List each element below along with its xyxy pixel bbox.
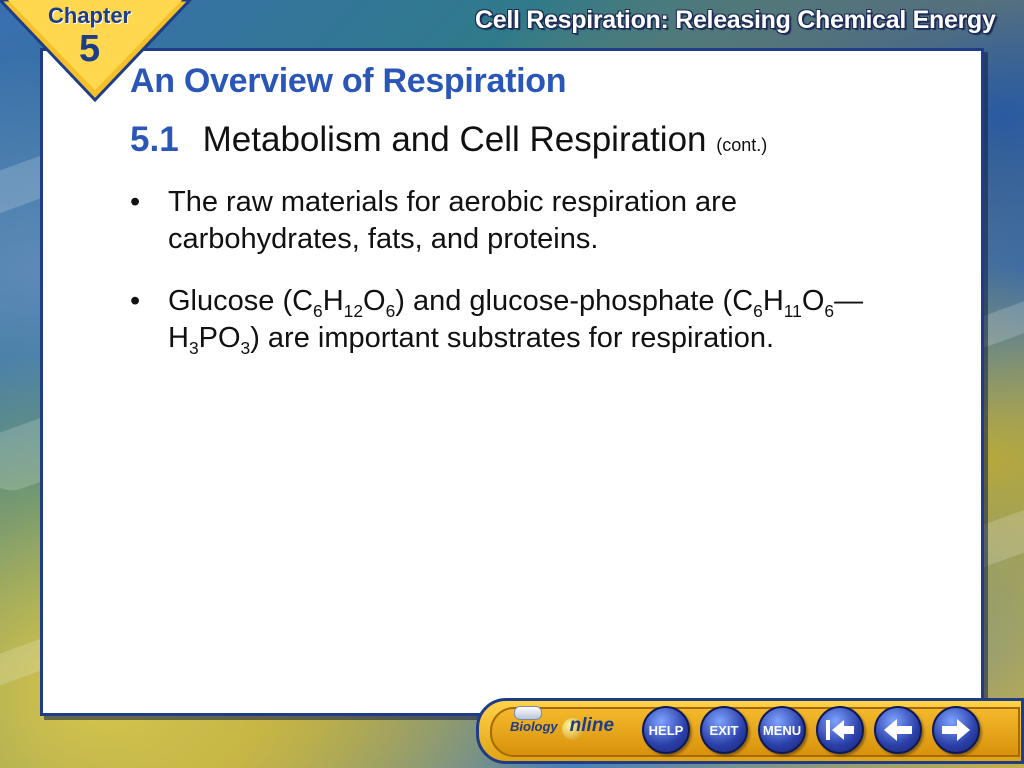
chapter-title: Cell Respiration: Releasing Chemical Ene… — [475, 6, 996, 34]
previous-button[interactable] — [874, 706, 922, 754]
bullet-text: The raw materials for aerobic respiratio… — [168, 186, 737, 255]
biology-online-logo[interactable]: Biology nline — [510, 715, 614, 737]
first-slide-icon — [826, 720, 854, 740]
section-title: Metabolism and Cell Respiration — [202, 120, 707, 159]
help-button[interactable]: HELP — [642, 706, 690, 754]
chapter-number: 5 — [79, 28, 101, 70]
navigation-bar: Biology nline HELP EXIT MENU — [476, 698, 1024, 768]
next-arrow-icon — [942, 719, 970, 741]
section-suffix: (cont.) — [716, 135, 768, 155]
section-heading: 5.1 Metabolism and Cell Respiration (cont… — [130, 120, 767, 160]
exit-button[interactable]: EXIT — [700, 706, 748, 754]
section-number: 5.1 — [130, 120, 179, 159]
menu-button[interactable]: MENU — [758, 706, 806, 754]
bullet-text: Glucose (C6H12O6) and glucose-phosphate … — [168, 285, 864, 358]
first-slide-button[interactable] — [816, 706, 864, 754]
bullet-glyph: • — [130, 186, 141, 218]
previous-arrow-icon — [884, 719, 912, 741]
chapter-label: Chapter — [48, 3, 132, 28]
next-button[interactable] — [932, 706, 980, 754]
bullet-glyph: • — [130, 285, 141, 317]
slide-title: An Overview of Respiration — [130, 62, 567, 100]
